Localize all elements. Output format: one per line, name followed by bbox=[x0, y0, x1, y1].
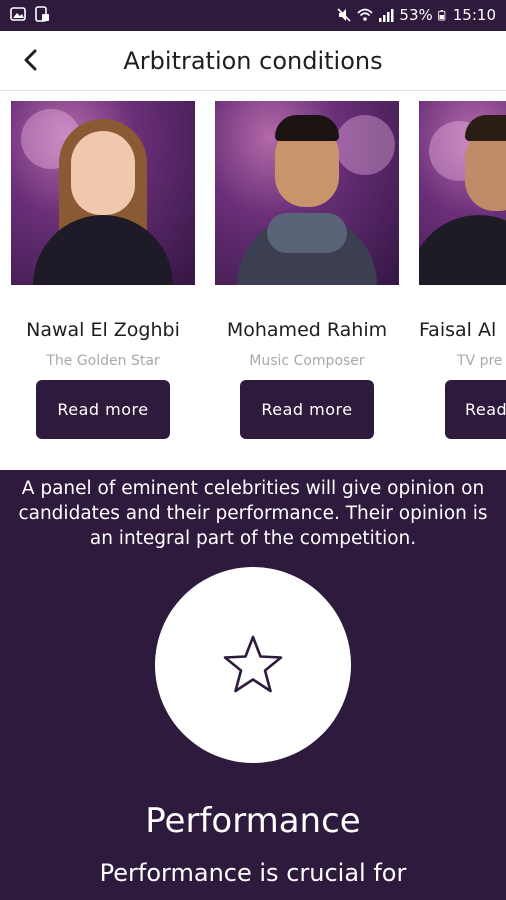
judge-role: Music Composer bbox=[249, 353, 365, 369]
gallery-icon bbox=[10, 7, 26, 21]
criterion-title: Performance bbox=[145, 801, 361, 841]
status-left bbox=[10, 6, 50, 22]
read-more-button[interactable]: Read more bbox=[36, 380, 170, 439]
criterion-icon-circle bbox=[155, 567, 351, 763]
status-bar: 53% 15:10 bbox=[0, 0, 506, 31]
app-bar: Arbitration conditions bbox=[0, 31, 506, 91]
battery-icon bbox=[437, 10, 446, 21]
clock: 15:10 bbox=[452, 6, 496, 24]
star-icon bbox=[223, 635, 283, 693]
battery-percent: 53% bbox=[399, 6, 433, 24]
judge-role: The Golden Star bbox=[46, 353, 160, 369]
judge-card[interactable]: Faisal Al TV pre Read bbox=[419, 101, 506, 439]
judge-card[interactable]: Mohamed Rahim Music Composer Read more bbox=[215, 101, 399, 439]
judge-name: Faisal Al bbox=[419, 319, 497, 341]
judge-photo bbox=[419, 101, 506, 285]
status-right: 53% 15:10 bbox=[336, 6, 496, 24]
screenshot-icon bbox=[35, 6, 49, 22]
panel-description: A panel of eminent celebrities will give… bbox=[18, 478, 488, 549]
signal-icon bbox=[379, 9, 394, 22]
judge-name: Nawal El Zoghbi bbox=[26, 319, 180, 341]
mute-icon bbox=[337, 8, 351, 22]
read-more-button[interactable]: Read bbox=[445, 380, 506, 439]
judge-role: TV pre bbox=[457, 353, 503, 369]
judges-carousel[interactable]: Nawal El Zoghbi The Golden Star Read mor… bbox=[0, 91, 506, 470]
page-title: Arbitration conditions bbox=[123, 47, 383, 75]
judge-photo bbox=[215, 101, 399, 285]
criterion-text: Performance is crucial for bbox=[99, 859, 407, 887]
judge-card[interactable]: Nawal El Zoghbi The Golden Star Read mor… bbox=[11, 101, 195, 439]
info-panel: A panel of eminent celebrities will give… bbox=[0, 470, 506, 900]
judge-photo bbox=[11, 101, 195, 285]
read-more-button[interactable]: Read more bbox=[240, 380, 374, 439]
wifi-icon bbox=[357, 8, 373, 21]
judge-name: Mohamed Rahim bbox=[226, 319, 388, 341]
